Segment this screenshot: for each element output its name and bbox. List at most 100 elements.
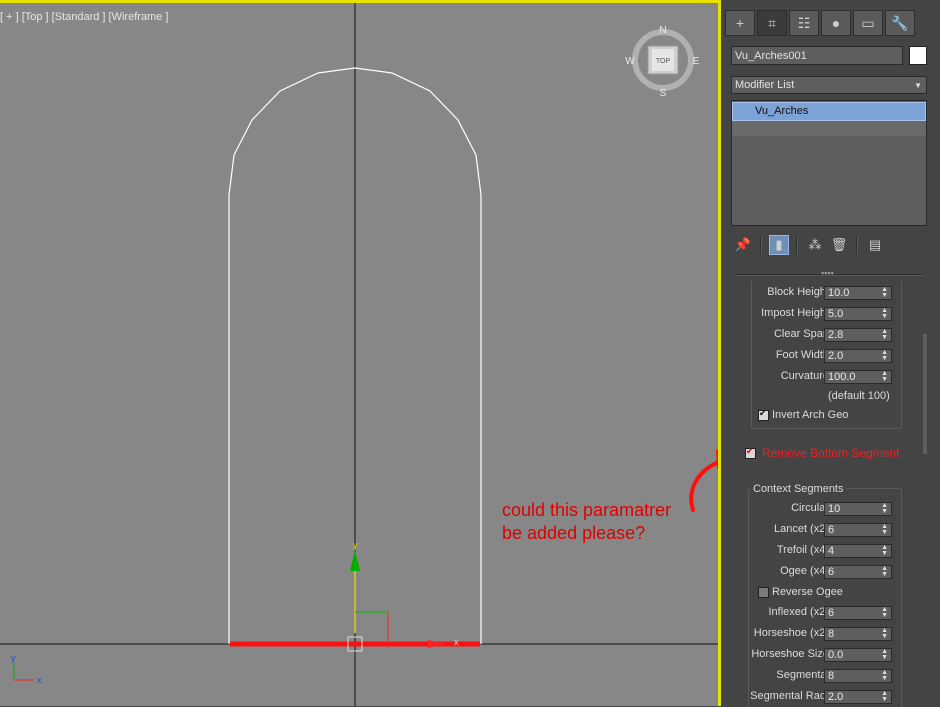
spinner-arrows-icon[interactable]: ▲ ▼ bbox=[881, 648, 888, 661]
hierarchy-tab[interactable]: ☷ bbox=[789, 10, 819, 36]
spinner-arrows-icon[interactable]: ▲ ▼ bbox=[881, 544, 888, 557]
gizmo-x-label: x bbox=[454, 637, 459, 647]
param-value: 6 bbox=[828, 566, 835, 578]
checkbox-check-icon[interactable] bbox=[758, 408, 769, 421]
checkbox-empty-icon[interactable] bbox=[758, 586, 769, 598]
param-impost-height: Impost Height 5.0 ▲ ▼ bbox=[721, 307, 901, 321]
lancet-spinner[interactable]: 6 ▲ ▼ bbox=[824, 523, 892, 537]
horseshoe-size-spinner[interactable]: 0.0 ▲ ▼ bbox=[824, 648, 892, 662]
object-name-field[interactable]: Vu_Arches001 bbox=[731, 46, 903, 65]
dropdown-arrow-icon: ▼ bbox=[914, 81, 922, 90]
create-tab[interactable]: + bbox=[725, 10, 755, 36]
spinner-arrows-icon[interactable]: ▲ ▼ bbox=[881, 606, 888, 619]
param-value: 2.8 bbox=[828, 329, 844, 341]
panel-scrollbar[interactable] bbox=[923, 334, 927, 454]
invert-arch-geo-checkbox[interactable]: Invert Arch Geo bbox=[758, 408, 849, 421]
horseshoe-spinner[interactable]: 8 ▲ ▼ bbox=[824, 627, 892, 641]
param-block-height: Block Height 10.0 ▲ ▼ bbox=[721, 286, 901, 300]
param-value: 2.0 bbox=[828, 350, 844, 362]
viewport-label[interactable]: [ + ] [Top ] [Standard ] [Wireframe ] bbox=[0, 11, 168, 23]
viewcube-face-label[interactable]: TOP bbox=[656, 58, 671, 65]
modify-tab[interactable]: ⌗ bbox=[757, 10, 787, 36]
trefoil-spinner[interactable]: 4 ▲ ▼ bbox=[824, 544, 892, 558]
param-label: Segmental bbox=[776, 669, 829, 681]
block-height-spinner[interactable]: 10.0 ▲ ▼ bbox=[824, 286, 892, 300]
default-note: (default 100) bbox=[828, 390, 890, 402]
corner-axis-y-label: y bbox=[11, 653, 16, 663]
object-color-swatch[interactable] bbox=[909, 46, 927, 65]
viewcube-west[interactable]: W bbox=[625, 56, 635, 67]
clear-span-spinner[interactable]: 2.8 ▲ ▼ bbox=[824, 328, 892, 342]
ogee-spinner[interactable]: 6 ▲ ▼ bbox=[824, 565, 892, 579]
stack-toolbar: 📌 ▮ ⁂ 🗑 ▤ bbox=[733, 234, 885, 256]
modifier-stack[interactable]: Vu_Arches bbox=[731, 100, 927, 226]
param-foot-width: Foot Width 2.0 ▲ ▼ bbox=[721, 349, 901, 363]
inflexed-spinner[interactable]: 6 ▲ ▼ bbox=[824, 606, 892, 620]
foot-width-spinner[interactable]: 2.0 ▲ ▼ bbox=[824, 349, 892, 363]
spinner-arrows-icon[interactable]: ▲ ▼ bbox=[881, 349, 888, 362]
reverse-ogee-label: Reverse Ogee bbox=[772, 586, 843, 598]
spinner-arrows-icon[interactable]: ▲ ▼ bbox=[881, 565, 888, 578]
param-value: 0.0 bbox=[828, 649, 844, 661]
viewcube-north[interactable]: N bbox=[659, 25, 666, 36]
display-icon: ▭ bbox=[861, 14, 875, 31]
annotation-line-1: could this paramatrer bbox=[502, 500, 672, 520]
spinner-arrows-icon[interactable]: ▲ ▼ bbox=[881, 627, 888, 640]
make-unique-icon[interactable]: ⁂ bbox=[805, 235, 825, 255]
modifier-list-dropdown[interactable]: Modifier List ▼ bbox=[731, 76, 927, 94]
param-circular: Circular 10 ▲ ▼ bbox=[721, 502, 901, 516]
utilities-icon: 🔧 bbox=[891, 14, 909, 31]
viewcube[interactable]: TOP N S W E bbox=[625, 25, 699, 99]
spinner-arrows-icon[interactable]: ▲ ▼ bbox=[881, 690, 888, 703]
remove-bottom-segment-checkbox[interactable]: Remove Bottom Segment bbox=[745, 446, 899, 460]
command-panel: + ⌗ ☷ ● ▭ 🔧 Vu_Arches001 Modifier List ▼… bbox=[721, 0, 940, 707]
param-value: 5.0 bbox=[828, 308, 844, 320]
spinner-arrows-icon[interactable]: ▲ ▼ bbox=[881, 502, 888, 515]
top-viewport[interactable]: y x y x TOP N S W E [ + ] [Top ] [Standa… bbox=[0, 0, 721, 706]
param-label: Block Height bbox=[767, 286, 829, 298]
param-trefoil: Trefoil (x4) 4 ▲ ▼ bbox=[721, 544, 901, 558]
create-icon: + bbox=[735, 15, 745, 31]
circular-spinner[interactable]: 10 ▲ ▼ bbox=[824, 502, 892, 516]
param-value: 10 bbox=[828, 503, 841, 515]
gizmo-y-arrow[interactable] bbox=[350, 550, 360, 571]
param-value: 6 bbox=[828, 607, 835, 619]
configure-modifier-sets-icon[interactable]: ▤ bbox=[865, 235, 885, 255]
spinner-arrows-icon[interactable]: ▲ ▼ bbox=[881, 286, 888, 299]
impost-height-spinner[interactable]: 5.0 ▲ ▼ bbox=[824, 307, 892, 321]
param-value: 100.0 bbox=[828, 371, 856, 383]
reverse-ogee-checkbox[interactable]: Reverse Ogee bbox=[758, 586, 843, 598]
display-tab[interactable]: ▭ bbox=[853, 10, 883, 36]
param-value: 6 bbox=[828, 524, 835, 536]
segmental-spinner[interactable]: 8 ▲ ▼ bbox=[824, 669, 892, 683]
spinner-arrows-icon[interactable]: ▲ ▼ bbox=[881, 669, 888, 682]
pin-stack-icon[interactable]: 📌 bbox=[733, 235, 753, 255]
param-inflexed: Inflexed (x2) 6 ▲ ▼ bbox=[721, 606, 901, 620]
utilities-tab[interactable]: 🔧 bbox=[885, 10, 915, 36]
corner-axis-x-label: x bbox=[37, 675, 42, 685]
spinner-arrows-icon[interactable]: ▲ ▼ bbox=[881, 370, 888, 383]
spinner-arrows-icon[interactable]: ▲ ▼ bbox=[881, 328, 888, 341]
invert-arch-geo-label: Invert Arch Geo bbox=[772, 409, 849, 421]
param-label: Horseshoe (x2) bbox=[753, 627, 829, 639]
show-end-result-icon[interactable]: ▮ bbox=[769, 235, 789, 255]
viewcube-south[interactable]: S bbox=[660, 88, 667, 99]
stack-item-vu-arches[interactable]: Vu_Arches bbox=[732, 102, 926, 121]
param-label: Curvature bbox=[780, 370, 829, 382]
param-segmental: Segmental 8 ▲ ▼ bbox=[721, 669, 901, 683]
command-panel-tabs: + ⌗ ☷ ● ▭ 🔧 bbox=[725, 10, 915, 38]
remove-modifier-icon[interactable]: 🗑 bbox=[829, 235, 849, 255]
viewport-canvas[interactable]: y x y x TOP N S W E bbox=[0, 3, 718, 706]
gizmo-plane-handle[interactable] bbox=[355, 611, 389, 644]
curvature-spinner[interactable]: 100.0 ▲ ▼ bbox=[824, 370, 892, 384]
panel-grip-icon[interactable]: ▪▪▪▪ bbox=[821, 268, 834, 278]
checkbox-check-icon[interactable] bbox=[745, 446, 756, 460]
spinner-arrows-icon[interactable]: ▲ ▼ bbox=[881, 523, 888, 536]
viewcube-east[interactable]: E bbox=[693, 56, 700, 67]
param-value: 4 bbox=[828, 545, 835, 557]
segmental-rad-spinner[interactable]: 2.0 ▲ ▼ bbox=[824, 690, 892, 704]
spinner-arrows-icon[interactable]: ▲ ▼ bbox=[881, 307, 888, 320]
param-label: Foot Width bbox=[775, 349, 829, 361]
gizmo-x-arrow[interactable] bbox=[428, 640, 446, 648]
motion-tab[interactable]: ● bbox=[821, 10, 851, 36]
